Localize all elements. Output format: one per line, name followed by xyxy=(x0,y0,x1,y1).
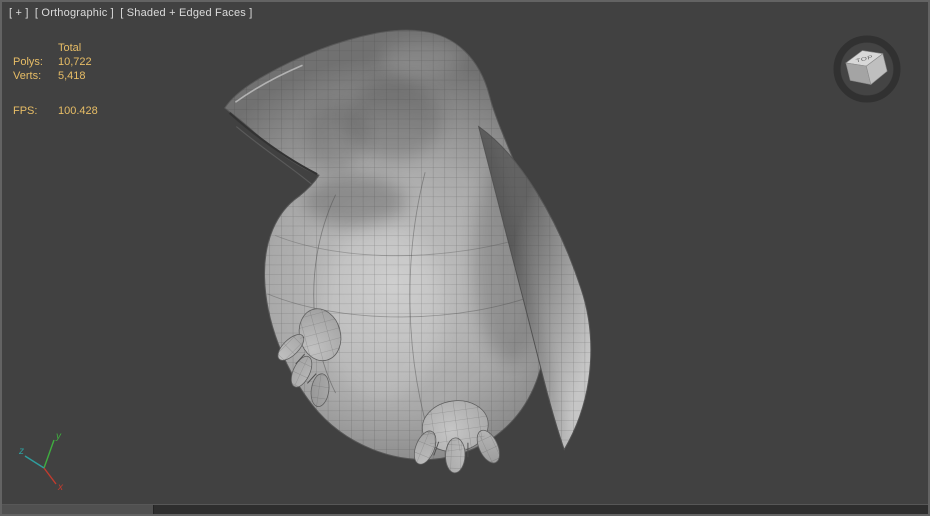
viewport-menu-shading[interactable]: [ Shaded + Edged Faces ] xyxy=(120,7,252,19)
stats-verts-value: 5,418 xyxy=(58,70,86,82)
scene-canvas[interactable] xyxy=(2,2,928,504)
stats-spacer xyxy=(13,41,58,55)
bottom-panel-segment xyxy=(2,505,154,514)
viewcube[interactable]: TOP xyxy=(822,24,912,114)
viewport-menu-pov[interactable]: [ Orthographic ] xyxy=(35,7,114,19)
axis-z-line xyxy=(24,455,45,469)
axis-y-line xyxy=(43,439,55,469)
stats-row-verts: Verts: 5,418 xyxy=(13,69,98,83)
viewport-orthographic[interactable]: [ + ] [ Orthographic ] [ Shaded + Edged … xyxy=(2,2,928,504)
axis-z-label: z xyxy=(18,446,24,457)
bottom-panel xyxy=(2,504,928,514)
axis-tripod: y z x xyxy=(18,431,64,492)
stats-total-header: Total xyxy=(58,42,82,54)
axis-x-line xyxy=(43,467,57,485)
stats-row-polys: Polys: 10,722 xyxy=(13,55,98,69)
penguin-body-wireframe xyxy=(224,30,549,460)
stats-fps-value: 100.428 xyxy=(58,105,98,117)
statistics-overlay: Total Polys: 10,722 Verts: 5,418 FPS: 10… xyxy=(13,41,98,118)
stats-fps-label: FPS: xyxy=(13,105,38,117)
axis-y-label: y xyxy=(55,431,62,442)
stats-polys-value: 10,722 xyxy=(58,56,92,68)
stats-row-total: Total xyxy=(13,41,98,55)
stats-row-fps: FPS: 100.428 xyxy=(13,104,98,118)
viewport-menu-general[interactable]: [ + ] xyxy=(9,7,29,19)
stats-verts-label: Verts: xyxy=(13,70,42,82)
stats-gap xyxy=(13,83,98,104)
model-penguin[interactable] xyxy=(224,29,592,474)
stats-polys-label: Polys: xyxy=(13,56,43,68)
viewport-label: [ + ] [ Orthographic ] [ Shaded + Edged … xyxy=(9,7,256,19)
max-viewport-window: [ + ] [ Orthographic ] [ Shaded + Edged … xyxy=(0,0,930,516)
axis-x-label: x xyxy=(57,482,64,492)
